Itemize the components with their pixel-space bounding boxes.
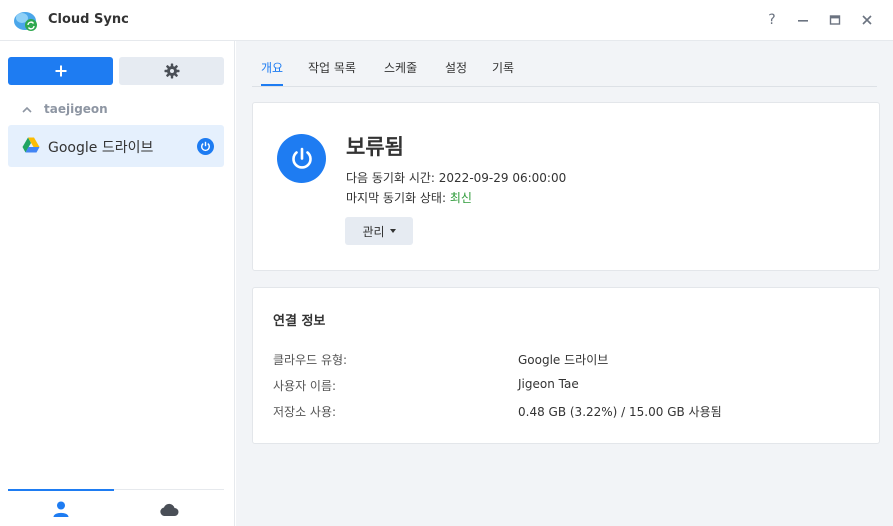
add-task-button[interactable] <box>8 57 113 85</box>
next-sync-line: 다음 동기화 시간: 2022-09-29 06:00:00 <box>346 169 566 186</box>
chevron-up-icon <box>22 106 32 113</box>
sidebar-item-google-drive[interactable]: Google 드라이브 <box>8 125 224 167</box>
google-drive-icon <box>22 137 40 153</box>
cloud-sync-app-icon <box>13 9 39 33</box>
cloud-type-label: 클라우드 유형: <box>273 353 348 367</box>
next-sync-value: 2022-09-29 06:00:00 <box>438 171 567 185</box>
maximize-icon <box>829 15 841 25</box>
tab-cloud[interactable] <box>116 490 222 526</box>
cloud-icon <box>160 503 179 516</box>
cloud-type-value: Google 드라이브 <box>518 353 609 367</box>
username-label: 사용자 이름: <box>273 379 337 393</box>
power-icon <box>277 134 326 183</box>
user-group-label: taejigeon <box>44 102 108 116</box>
help-button[interactable]: ? <box>762 10 782 30</box>
minimize-button[interactable] <box>793 10 813 30</box>
connection-info-card: 연결 정보 클라우드 유형: Google 드라이브 사용자 이름: Jigeo… <box>252 287 880 444</box>
connection-info-title: 연결 정보 <box>273 314 326 329</box>
gear-icon <box>164 63 179 79</box>
close-icon <box>862 15 872 25</box>
tab-schedule[interactable]: 스케줄 <box>384 59 417 84</box>
username-value: Jigeon Tae <box>518 377 579 391</box>
tab-overview[interactable]: 개요 <box>261 59 284 86</box>
main-panel: 개요 작업 목록 스케줄 설정 기록 보류됨 다음 동기화 시간: 2022-0… <box>236 41 893 526</box>
tab-settings[interactable]: 설정 <box>445 59 467 84</box>
close-button[interactable] <box>857 10 877 30</box>
storage-usage-value: 0.48 GB (3.22%) / 15.00 GB 사용됨 <box>518 405 722 419</box>
last-sync-line: 마지막 동기화 상태: 최신 <box>346 189 472 206</box>
power-icon <box>197 138 214 155</box>
storage-usage-label: 저장소 사용: <box>273 405 337 419</box>
sidebar-bottom-nav <box>8 489 224 526</box>
caret-down-icon <box>389 229 396 233</box>
status-card: 보류됨 다음 동기화 시간: 2022-09-29 06:00:00 마지막 동… <box>252 102 880 271</box>
app-title: Cloud Sync <box>48 12 129 27</box>
tab-task-list[interactable]: 작업 목록 <box>308 59 356 84</box>
manage-button[interactable]: 관리 <box>345 217 413 245</box>
sidebar: taejigeon Google 드라이브 <box>0 41 235 526</box>
maximize-button[interactable] <box>825 10 845 30</box>
sidebar-item-label: Google 드라이브 <box>48 140 154 156</box>
user-group-header[interactable]: taejigeon <box>22 99 108 119</box>
last-sync-label: 마지막 동기화 상태: <box>346 191 446 205</box>
title-bar: Cloud Sync ? <box>0 0 893 41</box>
global-settings-button[interactable] <box>119 57 224 85</box>
tab-bar: 개요 작업 목록 스케줄 설정 기록 <box>252 41 877 87</box>
manage-button-label: 관리 <box>362 224 385 239</box>
user-icon <box>53 501 69 517</box>
tab-user[interactable] <box>8 489 114 526</box>
plus-icon <box>55 65 66 77</box>
tab-log[interactable]: 기록 <box>492 59 514 84</box>
last-sync-status: 최신 <box>449 191 472 205</box>
minimize-icon <box>798 20 808 22</box>
status-title: 보류됨 <box>346 135 404 159</box>
next-sync-label: 다음 동기화 시간: <box>346 171 435 185</box>
